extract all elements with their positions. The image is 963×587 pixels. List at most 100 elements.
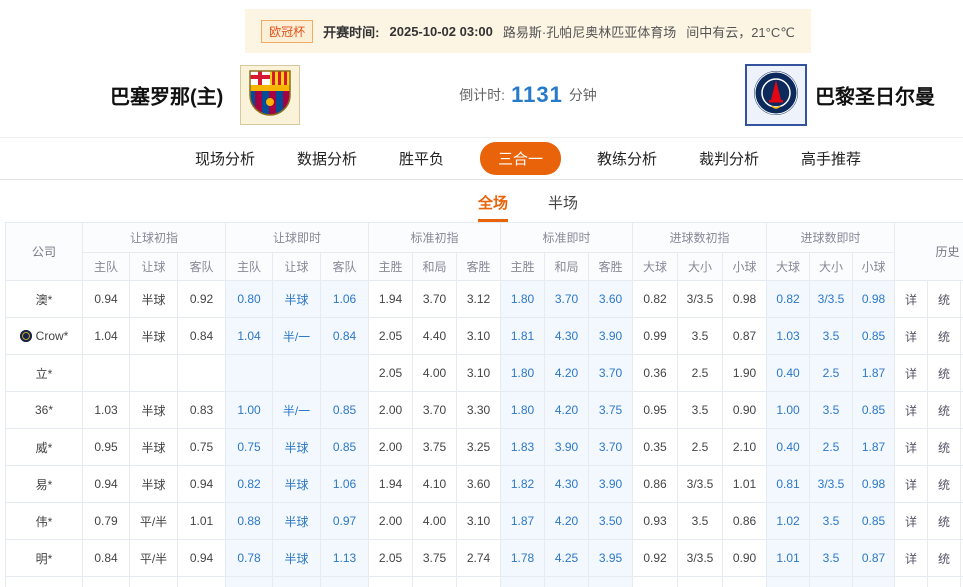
match-header: 巴塞罗那(主) <box>0 53 963 137</box>
odds-cell: 3.50 <box>589 503 633 540</box>
nav-tab-现场分析[interactable]: 现场分析 <box>189 142 261 175</box>
weather-text: 间中有云，21°C℃ <box>686 22 795 41</box>
odds-cell: 0.98 <box>723 281 767 318</box>
period-tab-全场[interactable]: 全场 <box>478 192 508 222</box>
odds-cell: 0.99 <box>633 318 678 355</box>
odds-cell: 1.13 <box>321 540 369 577</box>
stats-link[interactable]: 统 <box>928 577 961 587</box>
odds-cell: 0.95 <box>767 577 810 587</box>
odds-cell: 3.5 <box>810 577 853 587</box>
odds-cell: 1.90 <box>723 355 767 392</box>
detail-link[interactable]: 详 <box>895 318 928 355</box>
odds-row-Crow*: Crow*1.04半球0.841.04半/一0.842.054.403.101.… <box>6 318 963 355</box>
odds-cell: 3.5 <box>678 392 723 429</box>
nav-tab-胜平负[interactable]: 胜平负 <box>393 142 450 175</box>
odds-cell <box>130 355 178 392</box>
company-name: 36* <box>35 403 53 417</box>
detail-link[interactable]: 详 <box>895 466 928 503</box>
company-name: 澳* <box>36 293 53 307</box>
odds-cell: 0.86 <box>633 466 678 503</box>
odds-cell: 2.5 <box>678 429 723 466</box>
crown-bookmaker-icon <box>20 330 32 342</box>
odds-cell: 4.20 <box>545 355 589 392</box>
odds-cell: 0.83 <box>178 392 226 429</box>
odds-cell: 1.83 <box>501 577 545 587</box>
nav-tab-裁判分析[interactable]: 裁判分析 <box>693 142 765 175</box>
detail-link[interactable]: 详 <box>895 392 928 429</box>
odds-cell: 3.10 <box>457 355 501 392</box>
period-tab-半场[interactable]: 半场 <box>548 192 578 222</box>
detail-link[interactable]: 详 <box>895 281 928 318</box>
company-cell[interactable]: 立* <box>6 355 83 392</box>
col-标准初指-主胜: 主胜 <box>369 253 413 281</box>
col-让球初指-主队: 主队 <box>83 253 130 281</box>
odds-cell: 2.00 <box>369 503 413 540</box>
page: 欧冠杯 开赛时间: 2025-10-02 03:00 路易斯·孔帕尼奥林匹亚体育… <box>0 0 963 587</box>
company-cell[interactable]: 易* <box>6 466 83 503</box>
odds-cell: 3.25 <box>457 429 501 466</box>
company-cell[interactable]: 伟* <box>6 503 83 540</box>
odds-cell: 0.87 <box>723 318 767 355</box>
odds-cell: 半球 <box>130 392 178 429</box>
stats-link[interactable]: 统 <box>928 355 961 392</box>
stats-link[interactable]: 统 <box>928 318 961 355</box>
odds-cell: 3.5 <box>678 577 723 587</box>
odds-cell: 2.05 <box>369 318 413 355</box>
odds-cell: 3.75 <box>589 392 633 429</box>
odds-cell: 半球 <box>273 281 321 318</box>
odds-cell: 0.81 <box>767 466 810 503</box>
odds-cell: 0.85 <box>321 392 369 429</box>
nav-tab-教练分析[interactable]: 教练分析 <box>591 142 663 175</box>
stats-link[interactable]: 统 <box>928 466 961 503</box>
stats-link[interactable]: 统 <box>928 429 961 466</box>
odds-cell: 3.25 <box>457 577 501 587</box>
nav-tab-高手推荐[interactable]: 高手推荐 <box>795 142 867 175</box>
detail-link[interactable]: 详 <box>895 355 928 392</box>
detail-link[interactable]: 详 <box>895 577 928 587</box>
nav-tab-数据分析[interactable]: 数据分析 <box>291 142 363 175</box>
odds-cell: 0.80 <box>226 281 273 318</box>
company-name: 立* <box>36 367 53 381</box>
nav-tab-三合一[interactable]: 三合一 <box>480 142 561 175</box>
league-badge[interactable]: 欧冠杯 <box>261 20 313 43</box>
odds-cell: 3.70 <box>413 392 457 429</box>
odds-cell: 1.15 <box>83 577 130 587</box>
company-cell[interactable]: 36* <box>6 392 83 429</box>
detail-link[interactable]: 详 <box>895 540 928 577</box>
odds-cell: 0.97 <box>321 577 369 587</box>
odds-cell: 1.03 <box>83 392 130 429</box>
odds-cell: 3/3.5 <box>678 466 723 503</box>
odds-cell: 0.40 <box>767 429 810 466</box>
company-cell[interactable]: Crow* <box>6 318 83 355</box>
company-cell[interactable]: Interwet* <box>6 577 83 587</box>
stats-link[interactable]: 统 <box>928 503 961 540</box>
col-group-让球初指: 让球初指 <box>83 223 226 253</box>
company-cell[interactable]: 威* <box>6 429 83 466</box>
detail-link[interactable]: 详 <box>895 429 928 466</box>
company-name: 易* <box>36 478 53 492</box>
odds-cell: 平/半 <box>130 503 178 540</box>
odds-cell: 0.82 <box>767 281 810 318</box>
company-cell[interactable]: 澳* <box>6 281 83 318</box>
odds-cell: 2.00 <box>369 429 413 466</box>
stats-link[interactable]: 统 <box>928 540 961 577</box>
stats-link[interactable]: 统 <box>928 392 961 429</box>
odds-cell: 3/3.5 <box>678 540 723 577</box>
odds-cell: 3.60 <box>457 466 501 503</box>
venue-text: 路易斯·孔帕尼奥林匹亚体育场 <box>503 22 676 41</box>
odds-cell: 1.04 <box>83 318 130 355</box>
odds-cell: 3.5 <box>810 540 853 577</box>
detail-link[interactable]: 详 <box>895 503 928 540</box>
odds-cell: 1.87 <box>853 429 895 466</box>
stats-link[interactable]: 统 <box>928 281 961 318</box>
col-标准即时-主胜: 主胜 <box>501 253 545 281</box>
odds-cell: 3.90 <box>589 318 633 355</box>
content-area: 全场半场 公司让球初指让球即时标准初指标准即时进球数初指进球数即时历史主队让球客… <box>0 180 963 587</box>
odds-cell: 0.94 <box>178 466 226 503</box>
odds-cell: 3.90 <box>589 466 633 503</box>
odds-cell: 1.94 <box>369 281 413 318</box>
odds-cell: 0.84 <box>178 318 226 355</box>
odds-cell: 0.98 <box>853 281 895 318</box>
odds-cell: 0.95 <box>633 577 678 587</box>
company-cell[interactable]: 明* <box>6 540 83 577</box>
